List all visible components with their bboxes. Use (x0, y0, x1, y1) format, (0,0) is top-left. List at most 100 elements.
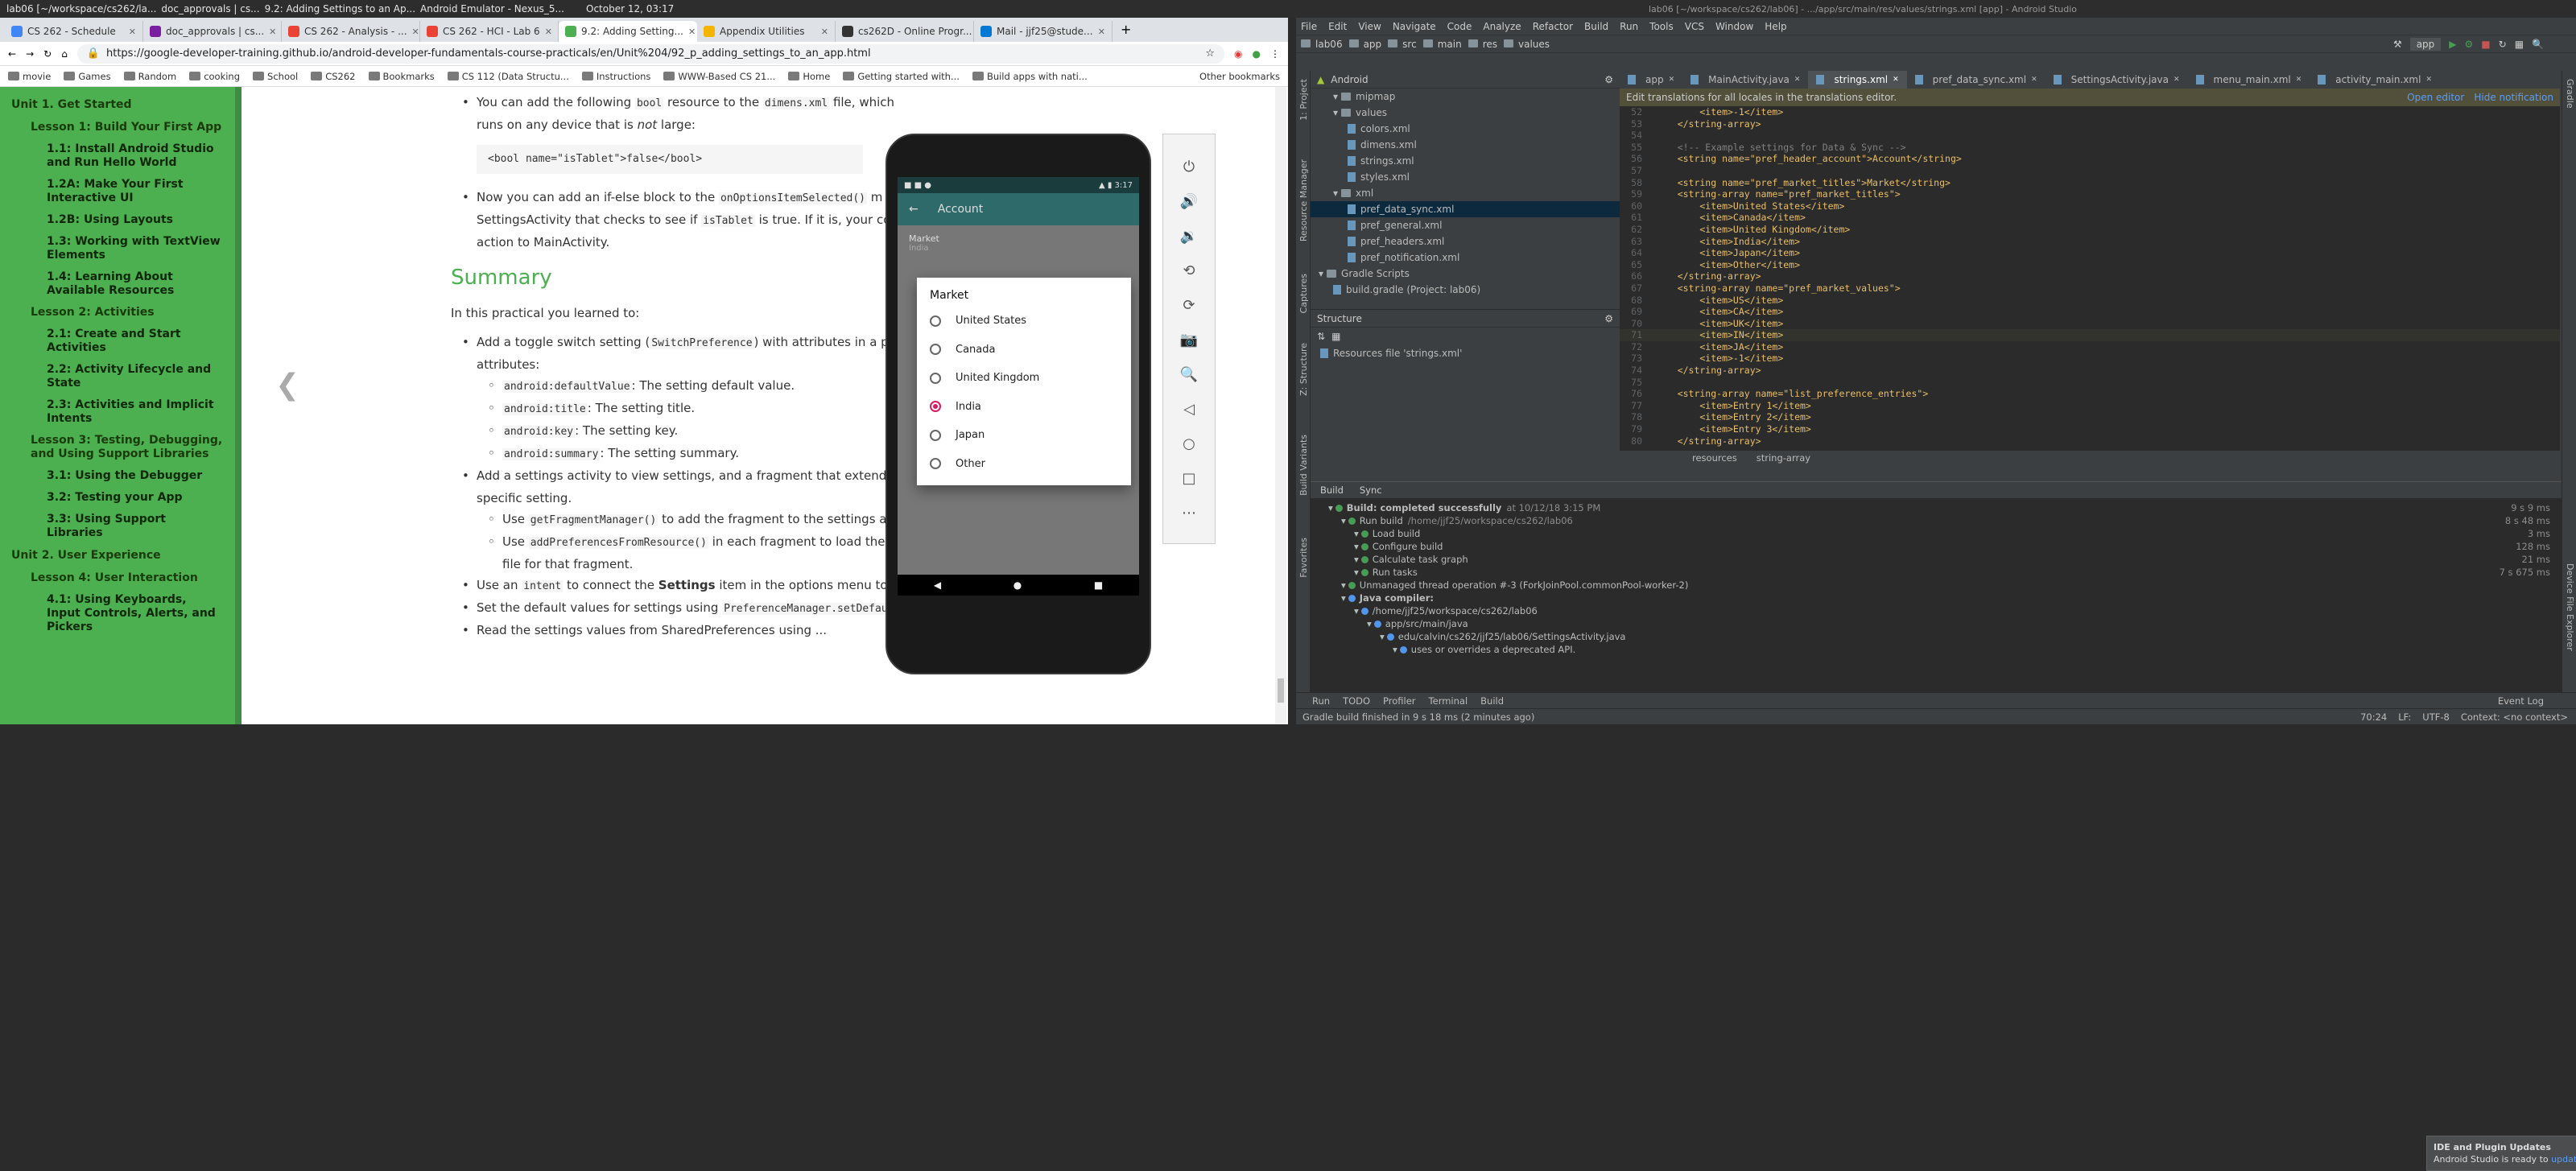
sidebar-item[interactable]: Unit 1. Get Started (0, 93, 235, 117)
project-view-select[interactable]: Android (1331, 74, 1368, 85)
close-icon[interactable]: ✕ (2296, 76, 2302, 84)
close-icon[interactable]: ✕ (129, 27, 136, 37)
close-icon[interactable]: ✕ (2174, 76, 2180, 84)
bookmark[interactable]: Instructions (581, 71, 650, 82)
build-line[interactable]: ▾ Java compiler: (1328, 592, 2562, 604)
menu-item[interactable]: Edit (1328, 21, 1347, 32)
chevron-icon[interactable]: ▾ (1341, 579, 1346, 591)
chevron-icon[interactable]: ▾ (1354, 605, 1359, 616)
radio-button[interactable] (930, 372, 941, 384)
tree-item[interactable]: pref_general.xml (1311, 217, 1620, 233)
back-icon[interactable]: ← (8, 48, 16, 60)
chevron-down-icon[interactable]: ▾ (1333, 188, 1338, 199)
breadcrumb-item[interactable]: src (1388, 39, 1417, 50)
taskbar-window[interactable]: 9.2: Adding Settings to an Ap... (265, 3, 415, 14)
sidebar-item[interactable]: 3.1: Using the Debugger (0, 465, 235, 487)
build-line[interactable]: ▾ Load build 3 ms (1328, 527, 2562, 540)
event-log-button[interactable]: Event Log (2498, 695, 2576, 707)
tree-item[interactable]: ▾ mipmap (1311, 89, 1620, 105)
chrome-tab[interactable]: Appendix Utilities ✕ (697, 21, 836, 42)
gear-icon[interactable]: ⚙ (1604, 313, 1613, 324)
sdk-manager-icon[interactable]: ▦ (2515, 39, 2524, 50)
chevron-icon[interactable]: ▾ (1354, 554, 1359, 565)
extension-icon[interactable]: ● (1253, 48, 1261, 60)
sidebar-item[interactable]: Lesson 4: User Interaction (0, 567, 235, 589)
tool-window-tab[interactable]: Build Variants (1298, 435, 1309, 496)
build-line[interactable]: ▾ Run tasks 7 s 675 ms (1328, 566, 2562, 579)
tool-window-tab[interactable]: Captures (1298, 274, 1309, 313)
radio-button[interactable] (930, 458, 941, 470)
sort-icon[interactable]: ⇅ (1317, 331, 1325, 342)
bookmark[interactable]: Build apps with nati... (972, 71, 1088, 82)
build-tab[interactable]: Sync (1360, 484, 1382, 496)
sidebar-item[interactable]: 1.1: Install Android Studio and Run Hell… (0, 138, 235, 174)
update-notification[interactable]: IDE and Plugin Updates Android Studio is… (2426, 1136, 2576, 1171)
bookmark[interactable]: Getting started with... (843, 71, 960, 82)
sidebar-item[interactable]: Lesson 3: Testing, Debugging, and Using … (0, 430, 235, 465)
sidebar-item[interactable]: Unit 2. User Experience (0, 544, 235, 567)
menu-item[interactable]: Tools (1649, 21, 1674, 32)
radio-button[interactable] (930, 315, 941, 327)
build-line[interactable]: ▾ /home/jjf25/workspace/cs262/lab06 (1328, 604, 2562, 617)
update-link[interactable]: update. (2551, 1154, 2576, 1165)
volume-down-icon[interactable]: 🔉 (1180, 228, 1198, 245)
menu-item[interactable]: VCS (1685, 21, 1704, 32)
build-line[interactable]: ▾ uses or overrides a deprecated API. (1328, 643, 2562, 656)
preference-item-market[interactable]: Market India (898, 225, 1139, 261)
scrollbar-thumb[interactable] (1278, 678, 1284, 703)
menu-item[interactable]: Run (1620, 21, 1638, 32)
chevron-icon[interactable]: ▾ (1354, 541, 1359, 552)
address-bar[interactable]: 🔒 https://google-developer-training.gith… (76, 43, 1225, 64)
build-line[interactable]: ▾ Unmanaged thread operation #-3 (ForkJo… (1328, 579, 2562, 592)
breadcrumb-item[interactable]: res (1468, 39, 1497, 50)
chevron-icon[interactable]: ▾ (1328, 502, 1333, 513)
build-tab[interactable]: Build (1320, 484, 1344, 496)
sidebar-item[interactable]: 3.2: Testing your App (0, 487, 235, 509)
chevron-down-icon[interactable]: ▾ (1319, 268, 1323, 279)
menu-item[interactable]: File (1301, 21, 1317, 32)
forward-icon[interactable]: → (26, 48, 34, 60)
radio-button[interactable] (930, 429, 941, 441)
other-bookmarks[interactable]: Other bookmarks (1199, 71, 1280, 82)
tool-window-tab[interactable]: Resource Manager (1298, 159, 1309, 241)
run-icon[interactable]: ▶ (2449, 39, 2456, 50)
code-area[interactable]: 52 <item>-1</item> 53 </string-array> 54 55… (1620, 106, 2560, 452)
sidebar-item[interactable]: Lesson 2: Activities (0, 302, 235, 324)
taskbar-window[interactable]: doc_approvals | cs... (161, 3, 259, 14)
chevron-down-icon[interactable]: ▾ (1333, 107, 1338, 118)
new-tab-icon[interactable]: + (1113, 22, 1139, 42)
run-config-select[interactable]: app (2409, 37, 2442, 51)
search-icon[interactable]: 🔍 (2532, 39, 2544, 50)
menu-item[interactable]: Code (1447, 21, 1472, 32)
power-icon[interactable]: ⏻ (1183, 159, 1195, 175)
tool-window-button[interactable]: Terminal (1429, 695, 1468, 707)
sidebar-item[interactable]: Lesson 1: Build Your First App (0, 117, 235, 138)
radio-option[interactable]: United States (930, 307, 1118, 336)
menu-item[interactable]: Help (1765, 21, 1786, 32)
close-icon[interactable]: ✕ (1794, 76, 1801, 84)
tool-window-button[interactable]: Build (1480, 695, 1504, 707)
nav-back-icon[interactable]: ◀ (934, 579, 941, 591)
debug-icon[interactable]: ⚙ (2465, 39, 2474, 50)
bookmark[interactable]: Bookmarks (368, 71, 435, 82)
bookmark[interactable]: cooking (189, 71, 240, 82)
status-item[interactable]: UTF-8 (2422, 711, 2450, 723)
sidebar-item[interactable]: 1.4: Learning About Available Resources (0, 266, 235, 302)
home-icon[interactable]: ○ (1183, 435, 1195, 452)
chevron-icon[interactable]: ▾ (1393, 644, 1397, 655)
tree-item[interactable]: ▾ xml (1311, 185, 1620, 201)
chrome-tab[interactable]: CS 262 - HCI - Lab 6 ✕ (420, 21, 559, 42)
tool-window-tab[interactable]: Z: Structure (1298, 343, 1309, 396)
menu-item[interactable]: Window (1715, 21, 1753, 32)
rotate-right-icon[interactable]: ⟳ (1183, 297, 1195, 314)
taskbar-windows[interactable]: lab06 [~/workspace/cs262/la... doc_approv… (0, 3, 571, 14)
close-icon[interactable]: ✕ (1669, 76, 1675, 84)
sidebar-item[interactable]: 1.2B: Using Layouts (0, 209, 235, 231)
camera-icon[interactable]: 📷 (1180, 332, 1198, 348)
status-item[interactable]: LF: (2398, 711, 2411, 723)
chevron-down-icon[interactable]: ▾ (1333, 91, 1338, 102)
tree-item[interactable]: strings.xml (1311, 153, 1620, 169)
tree-item[interactable]: ▾ Gradle Scripts (1311, 266, 1620, 282)
menu-item[interactable]: Analyze (1483, 21, 1521, 32)
breadcrumb-item[interactable]: app (1348, 39, 1381, 50)
